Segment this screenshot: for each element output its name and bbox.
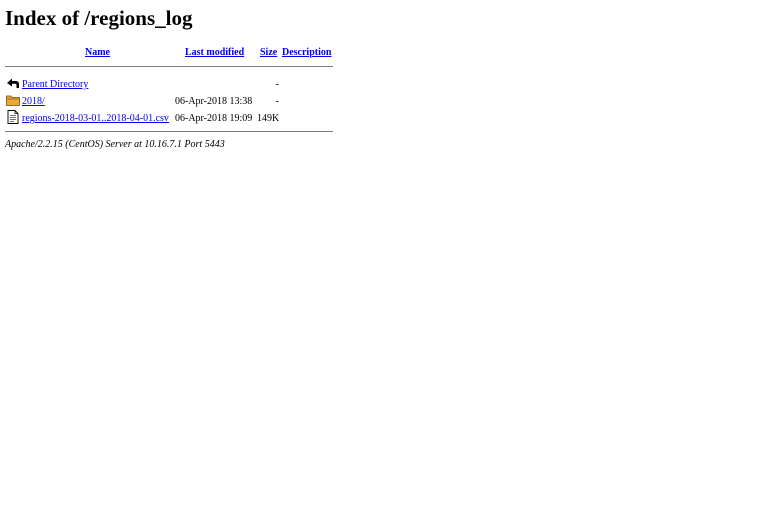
footer-divider bbox=[5, 131, 333, 132]
size-value: - bbox=[275, 96, 279, 107]
parent-directory-link[interactable]: Parent Directory bbox=[22, 79, 88, 90]
list-item-csv-file: regions-2018-03-01..2018-04-01.csv 06-Ap… bbox=[5, 110, 333, 127]
list-item-parent-directory: Parent Directory - bbox=[5, 76, 333, 93]
list-item-folder-2018: 2018/ 06-Apr-2018 13:38 - bbox=[5, 93, 333, 110]
last-modified-value: 06-Apr-2018 13:38 bbox=[175, 96, 253, 107]
folder-link-2018[interactable]: 2018/ bbox=[22, 96, 45, 107]
page-title: Index of /regions_log bbox=[5, 6, 193, 30]
file-link-csv[interactable]: regions-2018-03-01..2018-04-01.csv bbox=[22, 113, 169, 124]
last-modified-value: 06-Apr-2018 19:09 bbox=[175, 113, 253, 124]
header-divider bbox=[5, 66, 333, 67]
back-arrow-icon bbox=[6, 76, 20, 90]
server-signature: Apache/2.2.15 (CentOS) Server at 10.16.7… bbox=[5, 139, 225, 150]
sort-by-size-link[interactable]: Size bbox=[260, 47, 277, 58]
listing-header: Name Last modified Size Description bbox=[5, 44, 333, 62]
directory-listing: Name Last modified Size Description Pare… bbox=[5, 44, 333, 132]
text-file-icon bbox=[6, 110, 20, 124]
size-value: - bbox=[275, 79, 279, 90]
size-value: 149K bbox=[257, 113, 280, 124]
sort-by-last-modified-link[interactable]: Last modified bbox=[185, 47, 244, 58]
sort-by-name-link[interactable]: Name bbox=[85, 47, 110, 58]
folder-icon bbox=[6, 93, 20, 107]
sort-by-description-link[interactable]: Description bbox=[282, 47, 331, 58]
